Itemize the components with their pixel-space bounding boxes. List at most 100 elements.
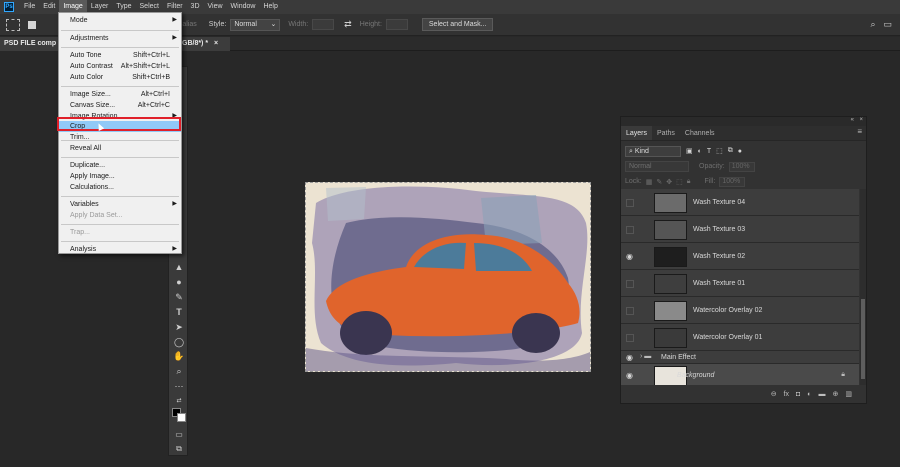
layers-scrollbar-thumb[interactable] — [861, 299, 865, 379]
marquee-tool-icon[interactable] — [6, 18, 20, 31]
pen-tool-icon[interactable]: ✎ — [173, 292, 185, 303]
menu-edit[interactable]: Edit — [39, 0, 59, 14]
menu-item-variables[interactable]: Variables ▶ — [59, 199, 181, 210]
more-tools-icon[interactable]: ⋯ — [173, 381, 185, 392]
mask-icon[interactable]: ◘ — [796, 391, 800, 398]
filter-pixel-icon[interactable]: ▣ — [686, 147, 693, 155]
visibility-eye-icon[interactable] — [626, 198, 634, 207]
blend-mode-select[interactable]: Normal — [625, 161, 689, 172]
menu-file[interactable]: File — [20, 0, 39, 14]
adjustment-icon[interactable]: ◐ — [807, 391, 811, 398]
opacity-field[interactable]: 100% — [728, 161, 755, 172]
visibility-eye-icon[interactable] — [626, 279, 634, 288]
close-icon[interactable]: × — [859, 117, 863, 123]
layer-group[interactable]: ◉ › ▬ Main Effect — [621, 351, 859, 364]
folder-icon[interactable]: › ▬ — [640, 353, 651, 360]
visibility-eye-icon[interactable]: ◉ — [626, 371, 634, 380]
menu-item-image-size[interactable]: Image Size... Alt+Ctrl+I — [59, 89, 181, 100]
visibility-eye-icon[interactable] — [626, 333, 634, 342]
shape-triangle-icon[interactable]: ▲ — [173, 262, 185, 273]
layer-name: Wash Texture 01 — [693, 279, 746, 287]
selection-mode-icon[interactable] — [28, 20, 36, 29]
menu-item-canvas-size[interactable]: Canvas Size... Alt+Ctrl+C — [59, 100, 181, 111]
menu-item-auto-contrast[interactable]: Auto Contrast Alt+Shift+Ctrl+L — [59, 61, 181, 72]
hand-tool-icon[interactable]: ✋ — [173, 351, 185, 362]
menu-item-label: Reveal All — [70, 145, 102, 152]
menu-help[interactable]: Help — [259, 0, 281, 14]
menu-item-apply-image[interactable]: Apply Image... — [59, 171, 181, 182]
filter-adjustment-icon[interactable]: ◐ — [698, 148, 702, 155]
menu-item-apply-data-set: Apply Data Set... — [59, 210, 181, 221]
filter-shape-icon[interactable]: ⬚ — [716, 147, 723, 155]
layer-row[interactable]: ◉ Wash Texture 02 — [621, 243, 859, 270]
visibility-eye-icon[interactable] — [626, 225, 634, 234]
layer-row[interactable]: Watercolor Overlay 01 — [621, 324, 859, 351]
height-field[interactable] — [385, 19, 408, 30]
zoom-tool-icon[interactable]: ⌕ — [173, 366, 185, 377]
width-field[interactable] — [312, 19, 335, 30]
filter-smart-icon[interactable]: ⧉ — [728, 147, 733, 155]
menu-item-duplicate[interactable]: Duplicate... — [59, 160, 181, 171]
visibility-eye-icon[interactable]: ◉ — [626, 252, 634, 261]
visibility-eye-icon[interactable] — [626, 306, 634, 315]
menu-item-reveal-all[interactable]: Reveal All — [59, 143, 181, 154]
link-icon[interactable]: ⊖ — [771, 390, 777, 398]
panel-menu-icon[interactable]: ≡ — [857, 127, 862, 136]
menu-3d[interactable]: 3D — [187, 0, 204, 14]
layer-row[interactable]: Wash Texture 04 — [621, 189, 859, 216]
tab-layers[interactable]: Layers — [621, 126, 653, 140]
menu-item-calculations[interactable]: Calculations... — [59, 182, 181, 193]
swap-colors-icon[interactable]: ⇄ — [173, 396, 185, 407]
ellipse-tool-icon[interactable]: ◯ — [173, 337, 185, 348]
collapse-icon[interactable]: « — [851, 117, 854, 123]
menu-item-analysis[interactable]: Analysis ▶ — [59, 244, 181, 255]
filter-type-icon[interactable]: T — [707, 148, 711, 155]
lock-pixels-icon[interactable]: ▦ — [646, 178, 653, 186]
layers-scrollbar[interactable] — [860, 189, 866, 385]
menu-item-trim[interactable]: Trim... — [59, 132, 181, 143]
background-color-swatch[interactable] — [177, 413, 186, 422]
fx-icon[interactable]: fx — [784, 391, 789, 398]
close-icon[interactable]: × — [214, 40, 218, 47]
visibility-eye-icon[interactable]: ◉ — [626, 353, 634, 362]
filter-toggle-icon[interactable]: ● — [738, 148, 742, 155]
menu-window[interactable]: Window — [227, 0, 260, 14]
lock-paint-icon[interactable]: ✎ — [656, 178, 662, 186]
layer-row[interactable]: ◉ Background 🔒︎ — [621, 364, 859, 385]
workspace-icon[interactable]: ▭ — [883, 19, 892, 30]
swap-icon[interactable]: ⇄ — [344, 19, 352, 30]
tab-channels[interactable]: Channels — [680, 126, 720, 140]
fill-field[interactable]: 100% — [719, 176, 746, 187]
menu-item-adjustments[interactable]: Adjustments ▶ — [59, 33, 181, 44]
tab-paths[interactable]: Paths — [652, 126, 680, 140]
layer-row[interactable]: Wash Texture 03 — [621, 216, 859, 243]
menu-item-auto-tone[interactable]: Auto Tone Shift+Ctrl+L — [59, 50, 181, 61]
screen-mode-icon[interactable]: ⧉ — [173, 443, 185, 454]
menu-view[interactable]: View — [204, 0, 227, 14]
path-selection-icon[interactable]: ➤ — [173, 322, 185, 333]
folder-icon[interactable]: ▬ — [819, 391, 826, 398]
photoshop-logo[interactable]: Ps — [4, 2, 14, 12]
kind-filter-select[interactable]: ⌕ Kind — [625, 145, 681, 157]
menu-item-shortcut: Shift+Ctrl+L — [133, 52, 170, 59]
trash-icon[interactable]: ▥ — [845, 390, 852, 398]
style-select[interactable]: Normal ⌄ — [230, 18, 281, 31]
style-label: Style: — [208, 21, 227, 28]
new-layer-icon[interactable]: ⊕ — [833, 390, 839, 398]
type-tool-icon[interactable]: T — [173, 307, 185, 318]
lock-move-icon[interactable]: ✥ — [666, 178, 672, 186]
menu-item-label: Trap... — [70, 229, 90, 236]
lock-icon[interactable]: 🔒︎ — [841, 371, 845, 379]
width-label: Width: — [288, 21, 309, 28]
lock-artboard-icon[interactable]: ⬚ — [676, 178, 683, 186]
select-and-mask-button[interactable]: Select and Mask... — [421, 18, 494, 31]
search-icon[interactable]: ⌕ — [870, 19, 875, 30]
lock-all-icon[interactable]: 🔒︎ — [687, 178, 691, 186]
dodge-tool-icon[interactable]: ● — [173, 277, 185, 288]
document-canvas[interactable] — [305, 182, 591, 372]
menu-item-auto-color[interactable]: Auto Color Shift+Ctrl+B — [59, 72, 181, 83]
layer-row[interactable]: Watercolor Overlay 02 — [621, 297, 859, 324]
quick-mask-icon[interactable]: ▭ — [173, 429, 185, 440]
layer-row[interactable]: Wash Texture 01 — [621, 270, 859, 297]
menu-item-mode[interactable]: Mode ▶ — [59, 15, 181, 26]
